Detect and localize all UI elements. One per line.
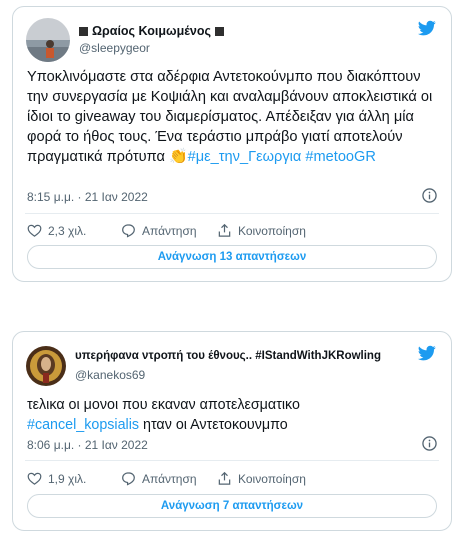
divider	[25, 460, 439, 461]
info-icon[interactable]	[422, 436, 437, 451]
share-icon	[218, 471, 231, 485]
twitter-bird-icon[interactable]	[417, 19, 437, 37]
display-name-text: Ωραίος Κοιμωμένος	[92, 24, 211, 38]
like-count: 1,9 χιλ.	[48, 471, 87, 486]
read-replies-button[interactable]: Ανάγνωση 13 απαντήσεων	[27, 245, 437, 269]
reply-icon	[122, 472, 135, 486]
reply-label: Απάντηση	[142, 223, 197, 238]
display-name-text: υπερήφανα ντροπή του έθνους.. #IStandWit…	[75, 350, 381, 362]
hashtag-link[interactable]: #metooGR	[305, 149, 376, 165]
read-replies-button[interactable]: Ανάγνωση 7 απαντήσεων	[27, 494, 437, 518]
square-emoji-icon	[214, 26, 224, 36]
divider	[25, 213, 439, 214]
tweet-text-body: ηταν οι Αντετοκουνμπο	[139, 417, 288, 433]
reply-button[interactable]: Απάντηση	[121, 223, 217, 238]
display-name[interactable]: Ωραίος Κοιμωμένος	[79, 24, 224, 38]
tweet-text: τελικα οι μονοι που εκαναν αποτελεσματικ…	[27, 395, 441, 435]
like-button[interactable]: 2,3 χιλ.	[27, 223, 121, 238]
share-icon	[218, 223, 231, 237]
like-button[interactable]: 1,9 χιλ.	[27, 471, 121, 486]
user-handle[interactable]: @sleepygeor	[79, 41, 150, 55]
like-count: 2,3 χιλ.	[48, 223, 87, 238]
display-name[interactable]: υπερήφανα ντροπή του έθνους.. #IStandWit…	[75, 350, 381, 362]
reply-button[interactable]: Απάντηση	[121, 471, 217, 486]
timestamp[interactable]: 8:06 μ.μ. · 21 Ιαν 2022	[27, 438, 148, 452]
avatar[interactable]	[26, 18, 70, 62]
heart-icon	[27, 472, 42, 485]
clapping-emoji: 👏	[168, 148, 188, 165]
hashtag-link[interactable]: #με_την_Γεωργια	[188, 149, 302, 165]
tweet-actions: 2,3 χιλ. Απάντηση Κοινοποίηση	[27, 223, 306, 238]
share-button[interactable]: Κοινοποίηση	[217, 223, 306, 238]
tweet-card[interactable]: υπερήφανα ντροπή του έθνους.. #IStandWit…	[12, 331, 452, 531]
twitter-bird-icon[interactable]	[417, 344, 437, 362]
tweet-text-body: τελικα οι μονοι που εκαναν αποτελεσματικ…	[27, 397, 300, 413]
tweet-actions: 1,9 χιλ. Απάντηση Κοινοποίηση	[27, 471, 306, 486]
tweet-card[interactable]: Ωραίος Κοιμωμένος @sleepygeor Υποκλινόμα…	[12, 6, 452, 282]
user-handle[interactable]: @kanekos69	[75, 368, 145, 382]
square-emoji-icon	[79, 26, 88, 36]
timestamp[interactable]: 8:15 μ.μ. · 21 Ιαν 2022	[27, 190, 148, 204]
share-button[interactable]: Κοινοποίηση	[217, 471, 306, 486]
info-icon[interactable]	[422, 188, 437, 203]
reply-label: Απάντηση	[142, 471, 197, 486]
tweet-text: Υποκλινόμαστε στα αδέρφια Αντετοκούνμπο …	[27, 67, 441, 167]
hashtag-link[interactable]: #cancel_kopsialis	[27, 417, 139, 433]
avatar[interactable]	[26, 346, 66, 386]
reply-icon	[122, 224, 135, 238]
share-label: Κοινοποίηση	[238, 223, 306, 238]
share-label: Κοινοποίηση	[238, 471, 306, 486]
heart-icon	[27, 224, 42, 237]
